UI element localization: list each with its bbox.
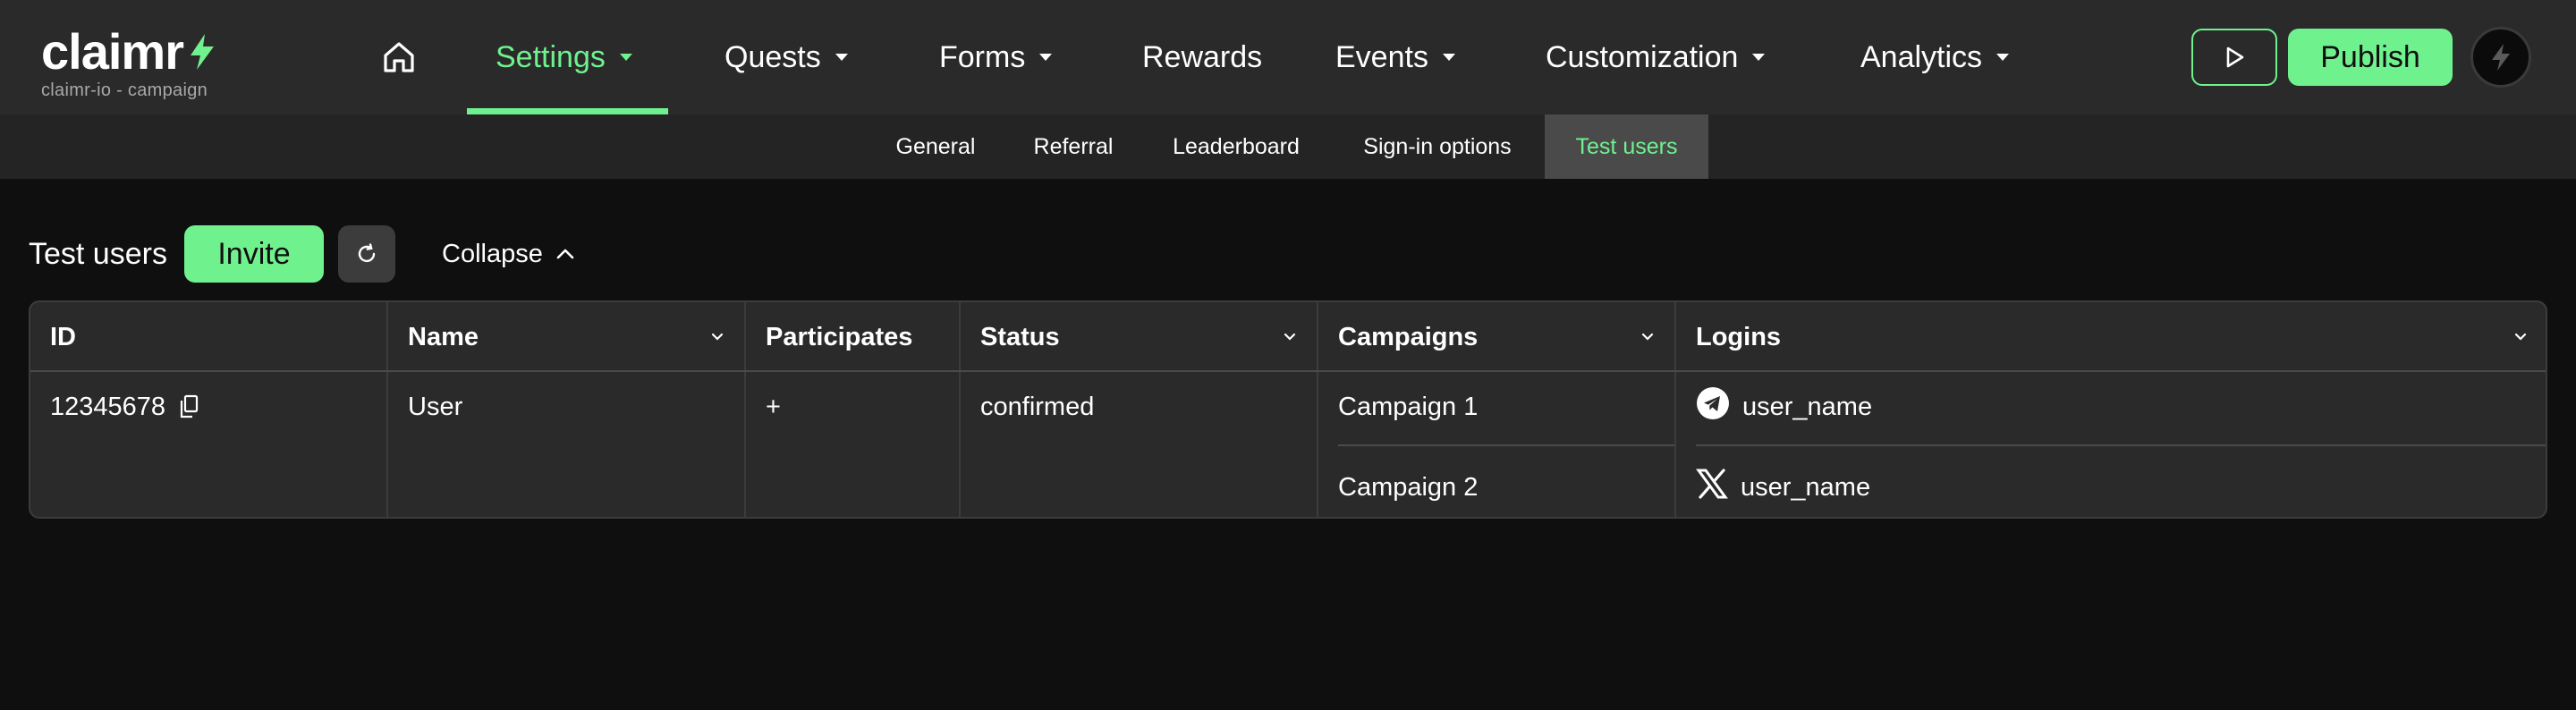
- login-item: user_name: [1696, 469, 1870, 506]
- nav-forms-label: Forms: [939, 39, 1026, 74]
- nav-customization-label: Customization: [1546, 39, 1739, 74]
- chevron-down-icon[interactable]: [710, 333, 724, 342]
- tab-referral[interactable]: Referral: [1014, 114, 1132, 179]
- user-name: User: [408, 392, 463, 421]
- chevron-down-icon: [835, 54, 848, 61]
- nav-quests[interactable]: Quests: [724, 0, 848, 114]
- logo[interactable]: claimr claimr-io - campaign: [41, 25, 217, 101]
- refresh-icon: [358, 243, 376, 263]
- refresh-button[interactable]: [338, 225, 395, 283]
- header-status[interactable]: Status: [961, 302, 1317, 372]
- login-divider: [1696, 444, 2546, 446]
- header-logins-label: Logins: [1696, 322, 1782, 351]
- x-icon: [1696, 468, 1728, 507]
- tab-general[interactable]: General: [869, 114, 1002, 179]
- user-id: 12345678: [50, 392, 166, 421]
- nav-analytics-label: Analytics: [1860, 39, 1983, 74]
- collapse-label: Collapse: [442, 239, 543, 268]
- nav-events-label: Events: [1335, 39, 1428, 74]
- header-name-label: Name: [408, 322, 479, 351]
- header-campaigns-label: Campaigns: [1338, 322, 1479, 351]
- settings-subnav: General Referral Leaderboard Sign-in opt…: [0, 114, 2576, 179]
- logo-text: claimr: [41, 23, 184, 80]
- nav-rewards[interactable]: Rewards: [1142, 0, 1262, 114]
- chevron-down-icon: [1442, 54, 1455, 61]
- tab-sign-in-options[interactable]: Sign-in options: [1345, 114, 1530, 179]
- campaign-divider: [1338, 444, 1674, 446]
- login-username: user_name: [1741, 472, 1871, 502]
- chevron-down-icon: [1752, 54, 1766, 61]
- campaign-item: Campaign 1: [1338, 392, 1479, 421]
- nav-forms[interactable]: Forms: [939, 0, 1053, 114]
- tab-leaderboard[interactable]: Leaderboard: [1156, 114, 1317, 179]
- nav-analytics[interactable]: Analytics: [1860, 0, 2010, 114]
- chevron-down-icon: [619, 54, 632, 61]
- header-name[interactable]: Name: [388, 302, 744, 372]
- table-header: ID Name Participates Status Campaigns Lo…: [30, 302, 2546, 372]
- table-row-id: 12345678: [50, 390, 199, 424]
- header-id-label: ID: [50, 322, 76, 351]
- chevron-down-icon[interactable]: [1283, 333, 1297, 342]
- status-value: confirmed: [980, 392, 1095, 421]
- bolt-icon: [2492, 44, 2510, 71]
- play-icon: [2226, 46, 2244, 68]
- header-logins[interactable]: Logins: [1676, 302, 2546, 372]
- chevron-down-icon: [1039, 54, 1053, 61]
- top-navigation: claimr claimr-io - campaign Settings Que…: [0, 0, 2576, 114]
- chevron-down-icon[interactable]: [1640, 333, 1655, 342]
- tab-test-users[interactable]: Test users: [1545, 114, 1708, 179]
- chevron-down-icon: [1996, 54, 2010, 61]
- bolt-icon: [187, 32, 217, 72]
- section-title: Test users: [29, 236, 167, 271]
- telegram-icon: [1696, 386, 1730, 427]
- publish-button[interactable]: Publish: [2288, 29, 2453, 86]
- nav-quests-label: Quests: [724, 39, 821, 74]
- login-username: user_name: [1742, 392, 1873, 421]
- copy-icon[interactable]: [178, 394, 199, 419]
- campaign-item: Campaign 2: [1338, 472, 1479, 502]
- collapse-button[interactable]: Collapse: [442, 225, 575, 283]
- project-subtitle: claimr-io - campaign: [41, 80, 208, 100]
- chevron-down-icon[interactable]: [2513, 333, 2528, 342]
- header-participates-label: Participates: [766, 322, 913, 351]
- home-icon[interactable]: [379, 39, 419, 75]
- header-status-label: Status: [980, 322, 1060, 351]
- header-campaigns[interactable]: Campaigns: [1318, 302, 1674, 372]
- chevron-up-icon: [556, 249, 574, 259]
- header-participates: Participates: [746, 302, 959, 372]
- test-users-table: ID Name Participates Status Campaigns Lo…: [29, 300, 2547, 519]
- nav-customization[interactable]: Customization: [1546, 0, 1766, 114]
- invite-button[interactable]: Invite: [184, 225, 324, 283]
- nav-settings[interactable]: Settings: [467, 0, 668, 114]
- header-id: ID: [30, 302, 386, 372]
- avatar[interactable]: [2470, 27, 2531, 88]
- nav-settings-label: Settings: [496, 39, 606, 74]
- nav-rewards-label: Rewards: [1142, 39, 1263, 74]
- participates-value: +: [766, 392, 781, 421]
- nav-events[interactable]: Events: [1335, 0, 1455, 114]
- login-item: user_name: [1696, 386, 1873, 427]
- preview-button[interactable]: [2191, 29, 2277, 86]
